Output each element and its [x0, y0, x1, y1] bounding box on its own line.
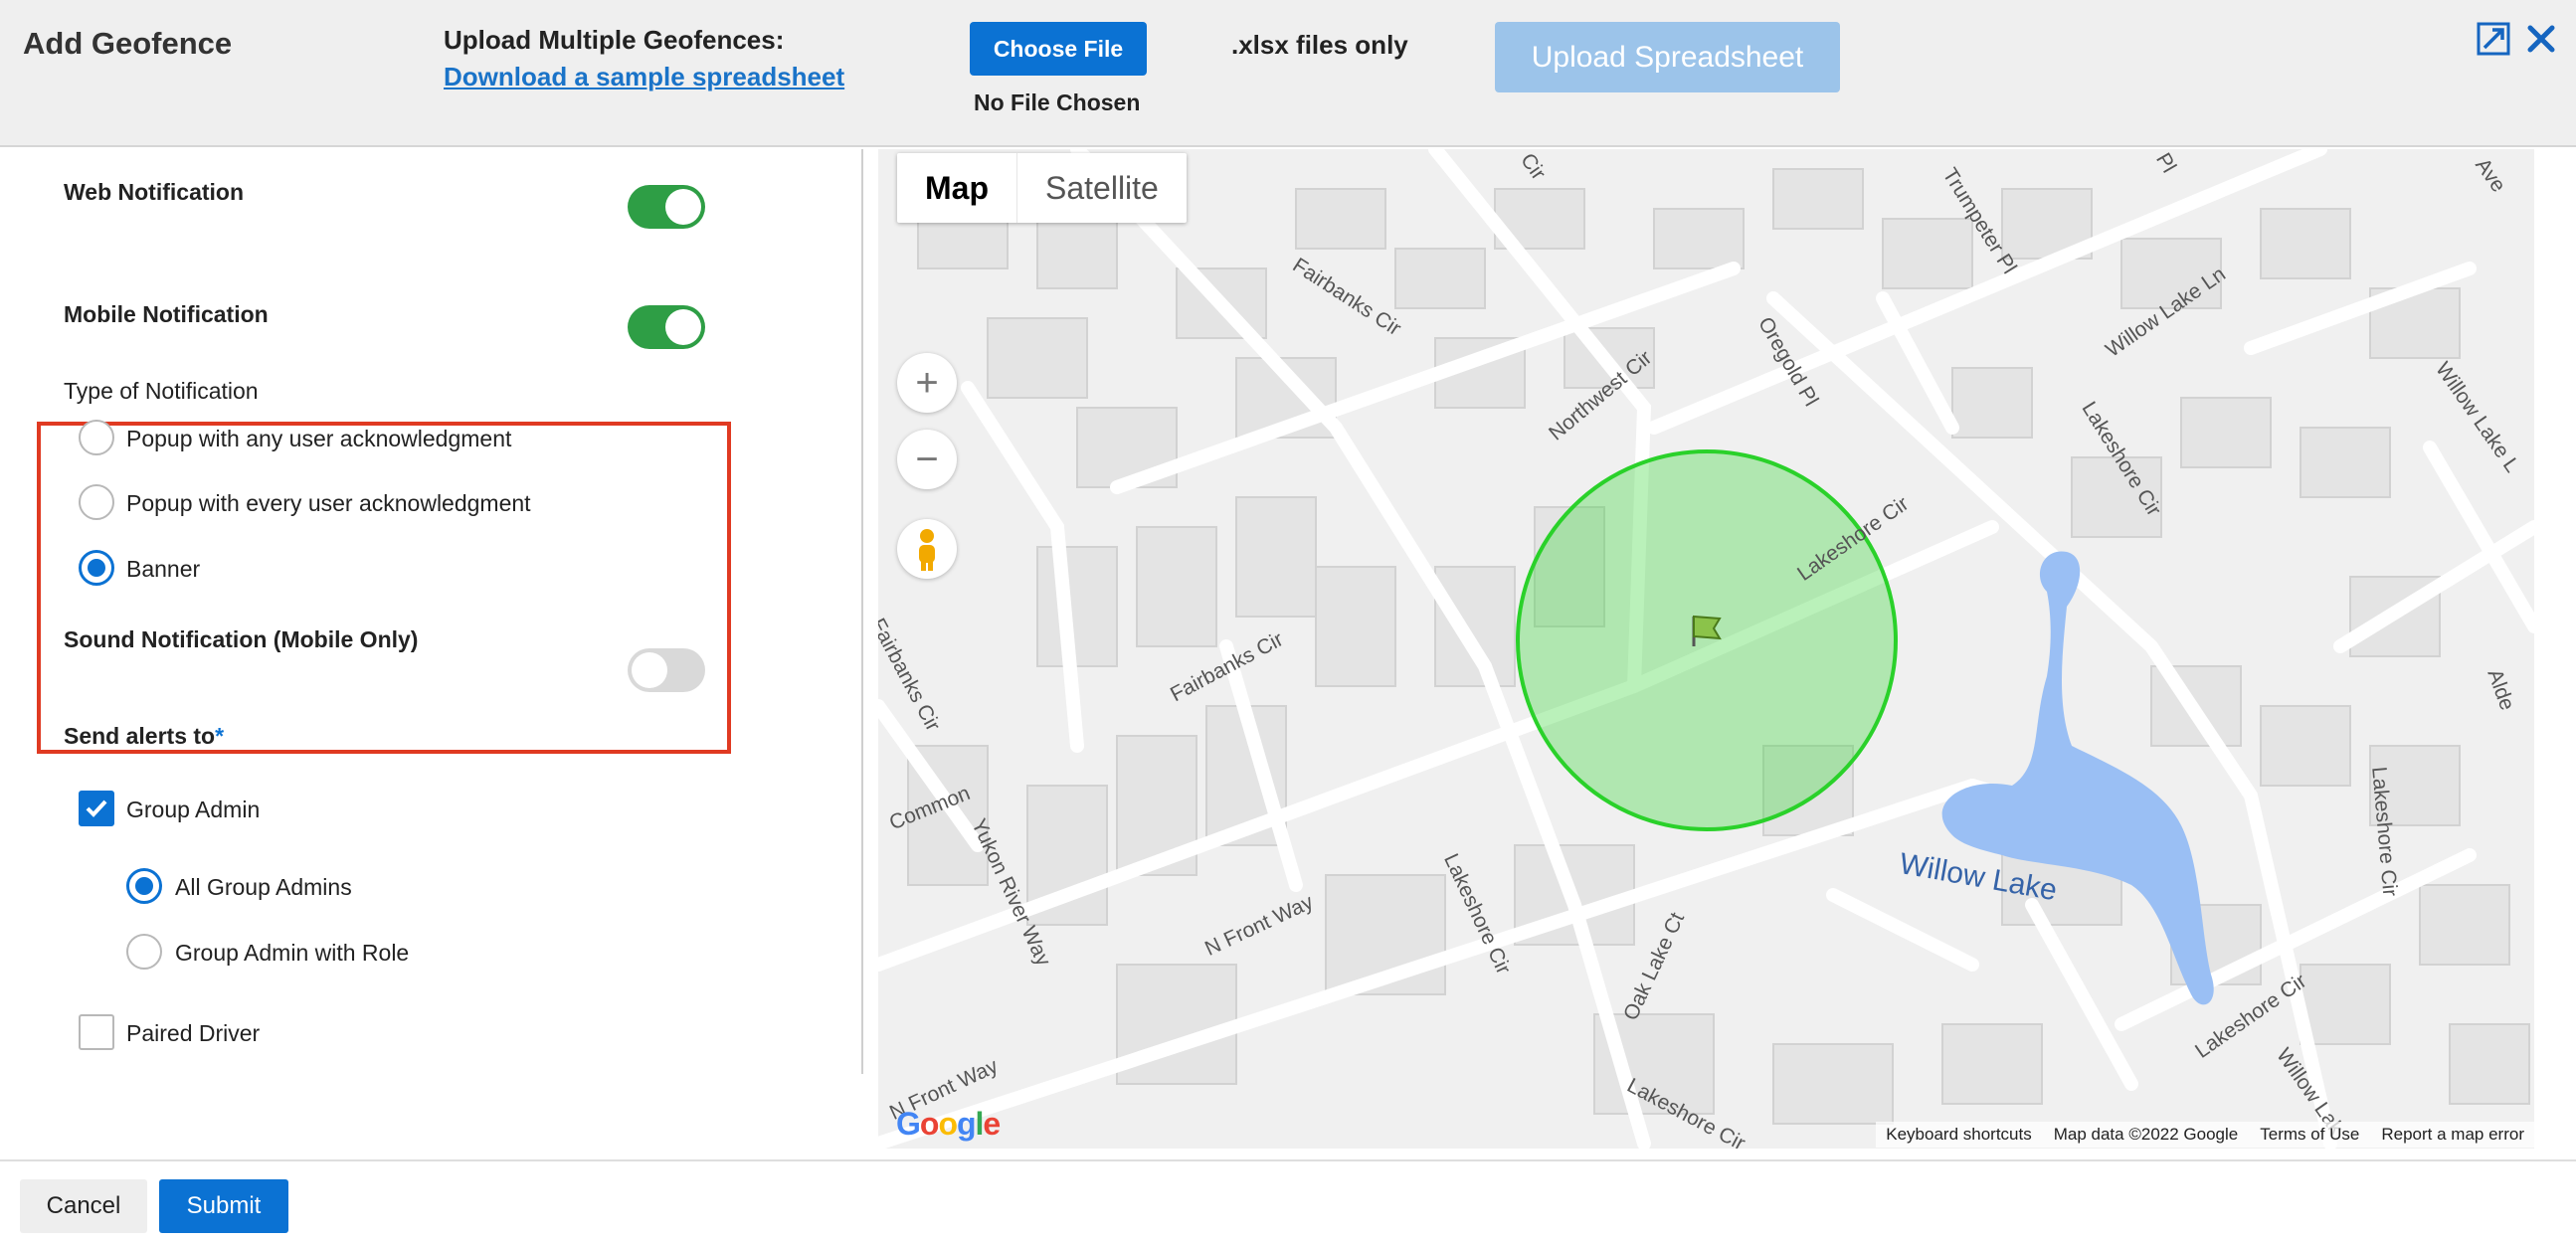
modal-title: Add Geofence: [23, 26, 233, 61]
mobile-notification-highlight: [37, 422, 731, 754]
submit-button[interactable]: Submit: [159, 1179, 288, 1233]
map-attribution: Keyboard shortcuts Map data ©2022 Google…: [1876, 1122, 2534, 1148]
radio-banner[interactable]: [79, 550, 114, 586]
mobile-notification-label: Mobile Notification: [64, 301, 269, 327]
map-type-control: Map Satellite: [897, 153, 1187, 223]
no-file-chosen-text: No File Chosen: [974, 89, 1141, 115]
modal-footer: Cancel Submit: [0, 1159, 2576, 1243]
xlsx-only-note: .xlsx files only: [1231, 30, 1408, 60]
zoom-in-button[interactable]: +: [897, 353, 957, 413]
sound-notification-label: Sound Notification (Mobile Only): [64, 626, 419, 652]
group-admin-checkbox[interactable]: [79, 791, 114, 826]
all-group-admins-label: All Group Admins: [175, 874, 352, 900]
send-alerts-label: Send alerts to*: [64, 723, 224, 750]
close-icon[interactable]: [2524, 22, 2558, 56]
radio-group-admin-with-role[interactable]: [126, 934, 162, 970]
type-of-notification-label: Type of Notification: [64, 378, 259, 404]
web-notification-toggle[interactable]: [628, 185, 705, 229]
required-mark: *: [215, 723, 225, 749]
upload-spreadsheet-button[interactable]: Upload Spreadsheet: [1495, 22, 1840, 92]
street-view-pegman-icon[interactable]: [897, 519, 957, 579]
web-notification-label: Web Notification: [64, 179, 245, 205]
expand-icon[interactable]: [2477, 22, 2510, 56]
sound-notification-toggle[interactable]: [628, 648, 705, 692]
report-map-error-link[interactable]: Report a map error: [2381, 1125, 2524, 1145]
choose-file-button[interactable]: Choose File: [970, 22, 1147, 76]
radio-popup-every-ack[interactable]: [79, 484, 114, 520]
popup-every-ack-label: Popup with every user acknowledgment: [126, 490, 531, 516]
banner-label: Banner: [126, 556, 201, 582]
popup-any-ack-label: Popup with any user acknowledgment: [126, 426, 512, 451]
group-admin-with-role-label: Group Admin with Role: [175, 940, 410, 966]
download-sample-link[interactable]: Download a sample spreadsheet: [444, 62, 844, 92]
zoom-out-button[interactable]: −: [897, 430, 957, 489]
radio-all-group-admins[interactable]: [126, 868, 162, 904]
terms-of-use-link[interactable]: Terms of Use: [2260, 1125, 2359, 1145]
geofence-map[interactable]: Fairbanks Cir Northwest Cir Oregold Pl T…: [878, 149, 2534, 1149]
satellite-tab[interactable]: Satellite: [1017, 153, 1187, 223]
send-alerts-text: Send alerts to: [64, 723, 216, 749]
notification-settings-panel: Web Notification Mobile Notification Typ…: [0, 149, 863, 1074]
radio-popup-any-ack[interactable]: [79, 420, 114, 455]
mobile-notification-toggle[interactable]: [628, 305, 705, 349]
modal-header: Add Geofence Upload Multiple Geofences: …: [0, 0, 2576, 147]
checkmark-icon: [86, 799, 107, 817]
map-data-text: Map data ©2022 Google: [2053, 1125, 2239, 1144]
group-admin-label: Group Admin: [126, 797, 261, 822]
cancel-button[interactable]: Cancel: [20, 1179, 147, 1233]
paired-driver-label: Paired Driver: [126, 1020, 261, 1046]
map-tab[interactable]: Map: [897, 153, 1017, 223]
geofence-circle[interactable]: [1516, 449, 1898, 831]
google-logo: Google: [896, 1106, 1001, 1142]
upload-multiple-label: Upload Multiple Geofences:: [444, 25, 785, 55]
keyboard-shortcuts-link[interactable]: Keyboard shortcuts: [1886, 1125, 2031, 1145]
paired-driver-checkbox[interactable]: [79, 1014, 114, 1050]
